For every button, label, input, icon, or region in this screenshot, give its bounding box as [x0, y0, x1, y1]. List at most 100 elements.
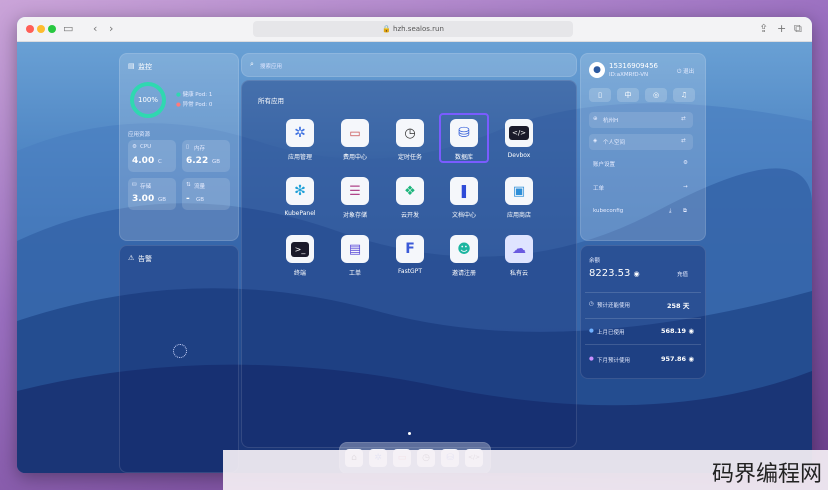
alerts-panel: ⚠ 告警	[119, 245, 239, 473]
watermark-text: 码界编程网	[711, 462, 822, 487]
monitor-title: 监控	[138, 63, 152, 71]
last-month-value: 568.19 ◉	[661, 327, 695, 335]
traffic-icon: ⇅	[186, 182, 191, 188]
cpu-icon: ⚙	[132, 144, 137, 150]
maximize-window-button[interactable]	[48, 25, 56, 33]
health-percent: 100%	[137, 96, 158, 104]
arrow-right-icon: →	[683, 184, 688, 190]
remaining-days-label: 预计还能使用	[597, 303, 631, 309]
app-icon-docs[interactable]: ❚	[450, 177, 478, 205]
minimize-window-button[interactable]	[37, 25, 45, 33]
url-text: hzh.sealos.run	[393, 25, 444, 33]
app-label: FastGPT	[398, 268, 422, 275]
terminal-icon: >_	[290, 241, 310, 257]
divider	[585, 344, 701, 345]
recharge-button[interactable]: 充值	[677, 270, 688, 278]
app-icon-fastgpt[interactable]: F	[396, 235, 424, 263]
clipboard-icon: ▤	[348, 241, 362, 257]
switch-icon: ⇄	[681, 138, 686, 144]
app-icon-object-storage[interactable]: ☰	[341, 177, 369, 205]
last-month-dot: ●	[589, 328, 594, 334]
user-phone: 15316909456	[609, 62, 658, 70]
gear-icon: ✲	[294, 125, 306, 141]
bell-icon: ♫	[680, 91, 688, 99]
menu-kubeconfig[interactable]: kubeconfig	[593, 208, 623, 214]
usage-title: 应用资源	[128, 132, 151, 138]
apps-panel: 所有应用 ✲ 应用管理 ▭ 费用中心 ◷ 定时任务 ⛁ 数据库 </> Devb…	[241, 80, 577, 448]
database-icon: ⛁	[458, 125, 470, 141]
globe-icon: ⊕	[593, 116, 598, 122]
workspace-selector[interactable]: ◈ 个人空间 ⇄	[589, 134, 693, 150]
docs-button[interactable]: ▯	[589, 88, 611, 102]
search-input[interactable]: 搜索应用	[260, 62, 282, 70]
app-label: 数据库	[454, 154, 473, 161]
cloud-dev-icon: ❖	[404, 183, 416, 199]
menu-ticket[interactable]: 工单	[593, 184, 604, 192]
loading-spinner-icon	[173, 344, 187, 358]
github-icon: ◎	[652, 91, 660, 99]
last-month-label: 上月已使用	[597, 330, 625, 336]
legend-healthy: ● 健康 Pod: 1	[176, 92, 213, 98]
app-icon-kubepanel[interactable]: ✻	[286, 177, 314, 205]
copy-icon[interactable]: ⧉	[683, 208, 687, 215]
storage-icon: ☰	[349, 183, 361, 199]
new-tab-icon[interactable]: +	[777, 22, 786, 36]
storage-icon: ⛁	[132, 182, 137, 188]
github-button[interactable]: ◎	[645, 88, 667, 102]
app-label: 应用管理	[287, 154, 312, 161]
share-icon[interactable]: ⇪	[759, 22, 768, 36]
next-month-value: 957.86 ◉	[661, 355, 695, 363]
balance-panel: 余额 8223.53 ◉ 充值 ◷ 预计还能使用 258 天 ● 上月已使用 5…	[580, 245, 706, 379]
aperture-icon: ✻	[294, 183, 306, 199]
search-bar[interactable]: ⌕ 搜索应用	[241, 53, 577, 77]
alerts-title: 告警	[138, 255, 152, 263]
app-icon-cron[interactable]: ◷	[396, 119, 424, 147]
region-selector[interactable]: ⊕ 杭州H ⇄	[589, 112, 693, 128]
app-label: Devbox	[507, 152, 531, 159]
forward-icon[interactable]: ›	[109, 22, 113, 36]
monitor-panel: ▤ 监控 100% ● 健康 Pod: 1 ● 异常 Pod: 0 应用资源 ⚙…	[119, 53, 239, 241]
app-icon-database[interactable]: ⛁	[450, 119, 478, 147]
app-icon-app-store[interactable]: ▣	[505, 177, 533, 205]
app-icon-terminal[interactable]: >_	[286, 235, 314, 263]
app-label: 费用中心	[342, 154, 367, 161]
menu-account-settings[interactable]: 账户设置	[593, 160, 615, 168]
back-icon[interactable]: ‹	[93, 22, 97, 36]
app-icon-private-cloud[interactable]: ☁	[505, 235, 533, 263]
clock-icon: ◷	[589, 301, 594, 307]
stat-storage: ⛁ 存储 3.00 GB	[128, 178, 176, 210]
stat-traffic: ⇅ 流量 - GB	[182, 178, 230, 210]
stat-cpu: ⚙ CPU 4.00 C	[128, 140, 176, 172]
close-window-button[interactable]	[26, 25, 34, 33]
cloud-icon: ☁	[512, 241, 526, 257]
browser-window: ▭ ‹ › 🔒 hzh.sealos.run ⇪ + ⧉ ▤ 监控 100% ●…	[17, 17, 812, 473]
app-label: 私有云	[509, 270, 528, 277]
logout-button[interactable]: ⏻ 退出	[677, 67, 694, 76]
app-label: 应用商店	[506, 212, 531, 219]
app-icon-ticket[interactable]: ▤	[341, 235, 369, 263]
avatar[interactable]: ●	[589, 62, 605, 78]
page-indicator-dot[interactable]	[408, 432, 411, 435]
notification-button[interactable]: ♫	[673, 88, 695, 102]
next-month-dot: ●	[589, 356, 594, 362]
workspace-name: 个人空间	[603, 140, 626, 146]
app-icon-app-management[interactable]: ✲	[286, 119, 314, 147]
tab-overview-icon[interactable]: ⧉	[794, 22, 802, 36]
app-label: 对象存储	[342, 212, 367, 219]
divider	[585, 292, 701, 293]
download-icon[interactable]: ⤓	[669, 208, 671, 215]
app-icon-devbox[interactable]: </>	[505, 119, 533, 147]
monitor-icon: ▤	[128, 62, 135, 70]
address-bar[interactable]: 🔒 hzh.sealos.run	[253, 21, 573, 37]
apps-title: 所有应用	[258, 97, 284, 105]
stat-memory: ▯ 内存 6.22 GB	[182, 140, 230, 172]
legend-abnormal: ● 异常 Pod: 0	[176, 102, 213, 108]
sidebar-toggle-icon[interactable]: ▭	[63, 22, 73, 36]
region-name: 杭州H	[603, 118, 619, 124]
language-button[interactable]: 中	[617, 88, 639, 102]
app-icon-billing[interactable]: ▭	[341, 119, 369, 147]
watermark-banner: 码界编程网	[223, 450, 828, 490]
app-icon-cloud-dev[interactable]: ❖	[396, 177, 424, 205]
app-icon-invite[interactable]: ☻	[450, 235, 478, 263]
app-label: 定时任务	[397, 154, 422, 161]
